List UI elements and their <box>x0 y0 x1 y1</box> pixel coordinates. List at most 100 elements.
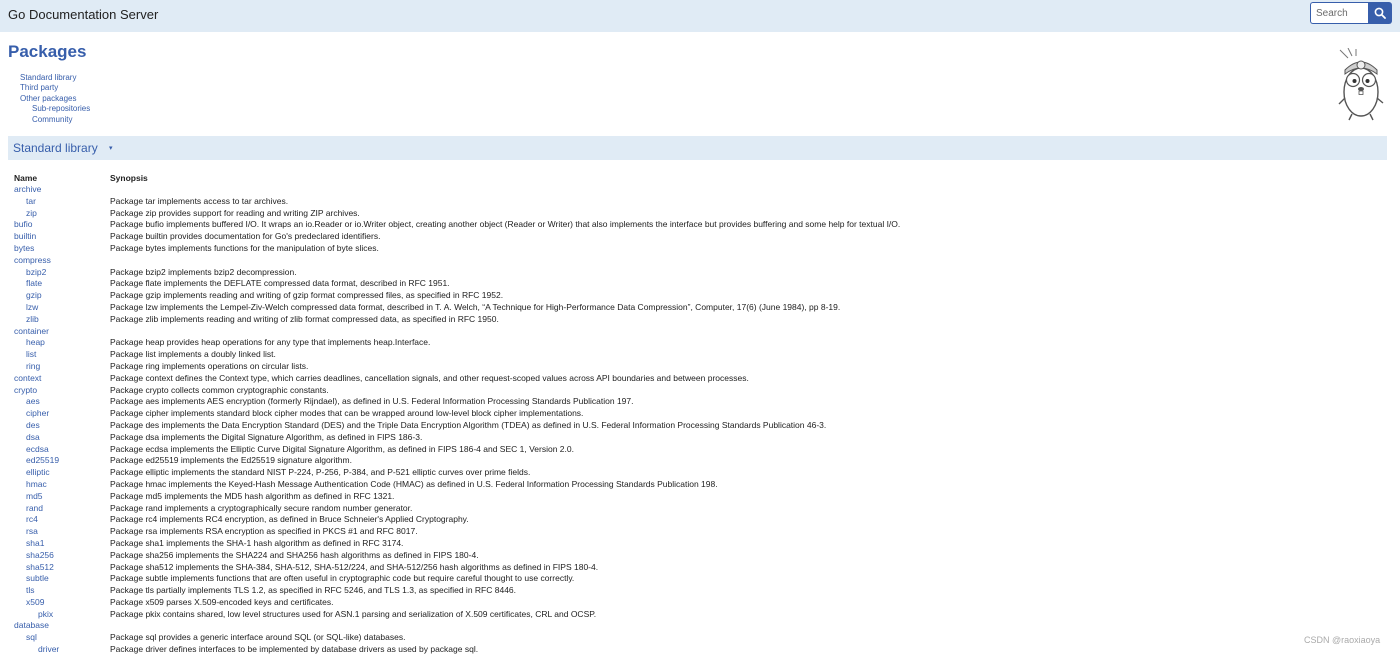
package-link[interactable]: tls <box>26 585 35 597</box>
package-synopsis: Package sha1 implements the SHA-1 hash a… <box>110 537 404 548</box>
table-row: context Package context defines the Conte… <box>0 373 1400 385</box>
site-title[interactable]: Go Documentation Server <box>8 7 158 22</box>
package-link[interactable]: hmac <box>26 479 47 491</box>
toc-sub-repositories[interactable]: Sub-repositories <box>20 104 90 114</box>
package-link[interactable]: rc4 <box>26 514 38 526</box>
package-link[interactable]: builtin <box>14 231 36 243</box>
package-link[interactable]: ed25519 <box>26 455 59 467</box>
table-row: ecdsa Package ecdsa implements the Ellipt… <box>0 444 1400 456</box>
package-link[interactable]: des <box>26 420 40 432</box>
package-synopsis: Package heap provides heap operations fo… <box>110 337 431 348</box>
table-row: elliptic Package elliptic implements the … <box>0 467 1400 479</box>
table-row: database <box>0 620 1400 632</box>
table-row: aes Package aes implements AES encryption… <box>0 396 1400 408</box>
watermark: CSDN @raoxiaoya <box>1304 635 1381 645</box>
package-link[interactable]: sha256 <box>26 550 54 562</box>
table-row: bufio Package bufio implements buffered I… <box>0 219 1400 231</box>
package-link[interactable]: aes <box>26 396 40 408</box>
package-link[interactable]: x509 <box>26 597 44 609</box>
toc-other-packages[interactable]: Other packages <box>20 94 90 104</box>
package-link[interactable]: ring <box>26 361 40 373</box>
package-link[interactable]: md5 <box>26 491 43 503</box>
gopher-mascot-icon <box>1338 48 1384 121</box>
table-row: tls Package tls partially implements TLS … <box>0 585 1400 597</box>
table-row: ring Package ring implements operations o… <box>0 361 1400 373</box>
table-row: rc4 Package rc4 implements RC4 encryption… <box>0 514 1400 526</box>
package-link[interactable]: bytes <box>14 243 34 255</box>
section-toggle-arrow-icon[interactable]: ▾ <box>109 144 113 152</box>
package-link[interactable]: driver <box>38 644 59 656</box>
package-synopsis: Package gzip implements reading and writ… <box>110 290 504 301</box>
column-header-synopsis: Synopsis <box>110 173 148 183</box>
package-link[interactable]: dsa <box>26 432 40 444</box>
package-synopsis: Package subtle implements functions that… <box>110 573 575 584</box>
package-link[interactable]: container <box>14 326 49 338</box>
table-row: driver Package driver defines interfaces … <box>0 644 1400 656</box>
table-row: ed25519 Package ed25519 implements the Ed… <box>0 455 1400 467</box>
package-link[interactable]: cipher <box>26 408 49 420</box>
table-row: cipher Package cipher implements standard… <box>0 408 1400 420</box>
search-input[interactable] <box>1310 2 1368 24</box>
table-row: subtle Package subtle implements function… <box>0 573 1400 585</box>
table-row: bytes Package bytes implements functions … <box>0 243 1400 255</box>
package-link[interactable]: elliptic <box>26 467 50 479</box>
page-title: Packages <box>8 42 87 61</box>
package-link[interactable]: sql <box>26 632 37 644</box>
package-link[interactable]: rand <box>26 503 43 515</box>
package-synopsis: Package x509 parses X.509-encoded keys a… <box>110 596 334 607</box>
package-synopsis: Package bzip2 implements bzip2 decompres… <box>110 266 297 277</box>
section-title[interactable]: Standard library <box>13 141 98 155</box>
package-synopsis: Package driver defines interfaces to be … <box>110 644 479 655</box>
table-row: sha256 Package sha256 implements the SHA2… <box>0 550 1400 562</box>
package-link[interactable]: sha512 <box>26 562 54 574</box>
table-of-contents: Standard library Third party Other packa… <box>20 73 90 125</box>
package-link[interactable]: ecdsa <box>26 444 49 456</box>
package-link[interactable]: bufio <box>14 219 32 231</box>
package-link[interactable]: sha1 <box>26 538 44 550</box>
table-row: des Package des implements the Data Encry… <box>0 420 1400 432</box>
package-link[interactable]: heap <box>26 337 45 349</box>
package-synopsis: Package builtin provides documentation f… <box>110 231 381 242</box>
package-synopsis: Package pkix contains shared, low level … <box>110 608 597 619</box>
package-link[interactable]: rsa <box>26 526 38 538</box>
table-row: md5 Package md5 implements the MD5 hash a… <box>0 491 1400 503</box>
table-row: rsa Package rsa implements RSA encryption… <box>0 526 1400 538</box>
package-link[interactable]: flate <box>26 278 42 290</box>
package-synopsis: Package hmac implements the Keyed-Hash M… <box>110 478 718 489</box>
package-link[interactable]: subtle <box>26 573 49 585</box>
package-link[interactable]: archive <box>14 184 41 196</box>
toc-standard-library[interactable]: Standard library <box>20 73 90 83</box>
package-synopsis: Package sql provides a generic interface… <box>110 632 406 643</box>
package-synopsis: Package md5 implements the MD5 hash algo… <box>110 490 395 501</box>
package-synopsis: Package elliptic implements the standard… <box>110 467 531 478</box>
package-link[interactable]: bzip2 <box>26 267 46 279</box>
table-row: heap Package heap provides heap operation… <box>0 337 1400 349</box>
package-link[interactable]: database <box>14 620 49 632</box>
table-row: rand Package rand implements a cryptograp… <box>0 503 1400 515</box>
package-link[interactable]: zip <box>26 208 37 220</box>
package-synopsis: Package tar implements access to tar arc… <box>110 195 289 206</box>
package-synopsis: Package cipher implements standard block… <box>110 408 584 419</box>
package-link[interactable]: gzip <box>26 290 42 302</box>
table-row: compress <box>0 255 1400 267</box>
package-link[interactable]: list <box>26 349 36 361</box>
package-link[interactable]: crypto <box>14 385 37 397</box>
package-link[interactable]: zlib <box>26 314 39 326</box>
table-row: dsa Package dsa implements the Digital Si… <box>0 432 1400 444</box>
standard-library-section-header: Standard library ▾ <box>8 136 1387 160</box>
package-link[interactable]: compress <box>14 255 51 267</box>
package-link[interactable]: lzw <box>26 302 38 314</box>
toc-community[interactable]: Community <box>20 115 90 125</box>
table-row: zip Package zip provides support for read… <box>0 208 1400 220</box>
search-button[interactable] <box>1368 2 1392 24</box>
package-synopsis: Package context defines the Context type… <box>110 372 749 383</box>
package-link[interactable]: pkix <box>38 609 53 621</box>
table-row: sha1 Package sha1 implements the SHA-1 ha… <box>0 538 1400 550</box>
package-synopsis: Package rsa implements RSA encryption as… <box>110 526 418 537</box>
toc-third-party[interactable]: Third party <box>20 83 90 93</box>
package-link[interactable]: tar <box>26 196 36 208</box>
package-synopsis: Package ecdsa implements the Elliptic Cu… <box>110 443 574 454</box>
package-synopsis: Package zlib implements reading and writ… <box>110 313 499 324</box>
package-link[interactable]: context <box>14 373 41 385</box>
table-row: sha512 Package sha512 implements the SHA-… <box>0 562 1400 574</box>
